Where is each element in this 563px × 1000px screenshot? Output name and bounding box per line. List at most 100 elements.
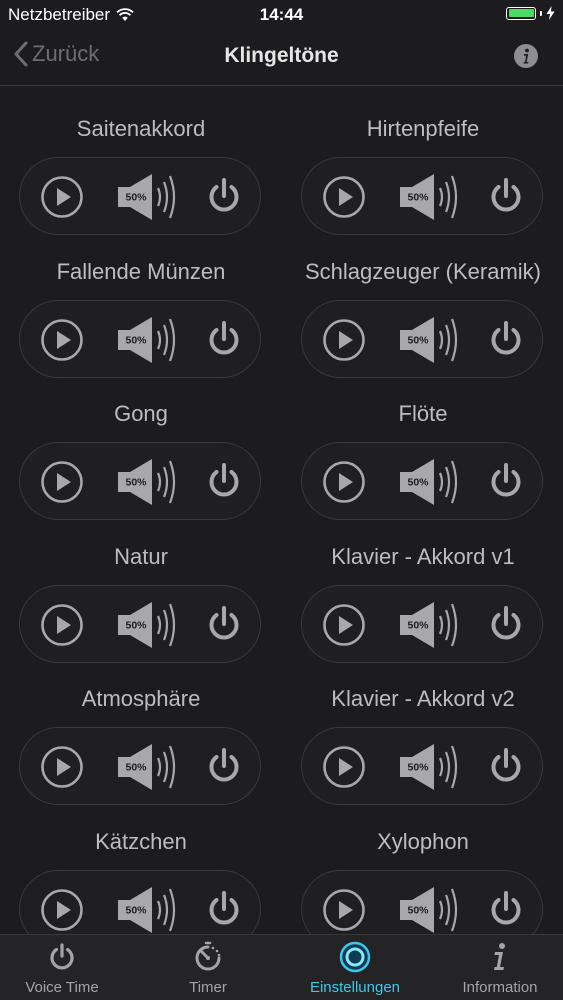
power-button[interactable] [486, 318, 526, 362]
play-icon [323, 603, 365, 646]
ringtone-name: Klavier - Akkord v2 [331, 686, 515, 711]
tab-label: Einstellungen [309, 979, 401, 996]
volume-level: 50% [407, 619, 429, 631]
ringtone-name: Klavier - Akkord v1 [331, 543, 515, 569]
power-button[interactable] [486, 460, 526, 504]
power-icon [491, 748, 521, 782]
volume-level: 50% [125, 477, 147, 489]
power-icon [491, 605, 521, 639]
tab-voice-time[interactable]: Voice Time [0, 935, 132, 1000]
play-button[interactable] [40, 460, 84, 504]
power-button[interactable] [204, 745, 244, 789]
volume-control[interactable]: 50% [116, 740, 180, 794]
info-icon[interactable] [513, 43, 539, 69]
volume-control[interactable]: 50% [398, 883, 462, 937]
ringtone-name: Schlagzeuger (Keramik) [305, 258, 541, 284]
tab-label: Voice Time [25, 979, 99, 996]
ringtone-controls: 50% [19, 727, 261, 805]
volume-control[interactable]: 50% [116, 170, 180, 224]
ringtone-name: Hirtenpfeife [366, 116, 480, 141]
power-button[interactable] [204, 888, 244, 932]
speaker-icon: 50% [400, 886, 458, 933]
power-button[interactable] [204, 603, 244, 647]
play-button[interactable] [322, 745, 366, 789]
volume-control[interactable]: 50% [116, 313, 180, 367]
volume-control[interactable]: 50% [398, 455, 462, 509]
play-button[interactable] [40, 603, 84, 647]
power-button[interactable] [204, 175, 244, 219]
ringtone-name: Xylophon [377, 828, 469, 854]
tab-label: Information [462, 979, 538, 996]
ringtone-name: Gong [114, 401, 168, 426]
ringtone-name: Atmosphäre [81, 686, 201, 711]
play-icon [41, 603, 83, 646]
charging-icon [546, 6, 555, 20]
screen: Netzbetreiber 14:44 Zurück Klingeltöne S… [0, 0, 563, 1000]
volume-control[interactable]: 50% [398, 313, 462, 367]
play-button[interactable] [322, 603, 366, 647]
speaker-icon: 50% [118, 886, 176, 933]
power-icon [50, 943, 74, 970]
volume-control[interactable]: 50% [398, 170, 462, 224]
tab-information[interactable]: Information [430, 935, 563, 1000]
play-icon [323, 461, 365, 503]
speaker-icon: 50% [118, 174, 176, 220]
play-icon [323, 888, 365, 931]
ringtone-name: Saitenakkord [76, 116, 206, 141]
power-icon [491, 320, 521, 354]
play-button[interactable] [40, 745, 84, 789]
volume-control[interactable]: 50% [398, 598, 462, 652]
page-title: Klingeltöne [224, 44, 339, 67]
play-button[interactable] [322, 318, 366, 362]
power-button[interactable] [486, 888, 526, 932]
volume-level: 50% [125, 904, 147, 916]
play-icon [323, 176, 365, 218]
status-bar: Netzbetreiber 14:44 [0, 0, 563, 30]
power-button[interactable] [486, 745, 526, 789]
power-button[interactable] [486, 175, 526, 219]
info-icon [494, 943, 505, 970]
volume-control[interactable]: 50% [398, 740, 462, 794]
timer-icon [195, 941, 221, 971]
power-icon [209, 178, 239, 212]
battery-tip [540, 10, 542, 16]
power-button[interactable] [204, 460, 244, 504]
settings-icon [339, 941, 371, 973]
speaker-icon: 50% [118, 459, 176, 505]
power-icon [491, 890, 521, 924]
play-button[interactable] [322, 175, 366, 219]
tab-bar: Voice Time Timer Einstellungen Informati… [0, 934, 563, 1000]
ringtone-name: Natur [114, 543, 168, 569]
ringtone-name: Kätzchen [95, 828, 187, 854]
tab-timer[interactable]: Timer [138, 935, 278, 1000]
ringtone-controls: 50% [301, 157, 543, 235]
play-button[interactable] [40, 318, 84, 362]
ringtone-controls: 50% [301, 584, 543, 663]
volume-level: 50% [407, 477, 429, 489]
tab-einstellungen[interactable]: Einstellungen [285, 935, 425, 1000]
power-button[interactable] [204, 318, 244, 362]
play-button[interactable] [40, 888, 84, 932]
power-icon [491, 463, 521, 497]
power-button[interactable] [486, 603, 526, 647]
play-icon [41, 888, 83, 931]
ringtone-controls: 50% [19, 157, 261, 235]
ringtone-name: Flöte [398, 401, 448, 426]
speaker-icon: 50% [118, 601, 176, 648]
power-icon [491, 178, 521, 212]
play-button[interactable] [40, 175, 84, 219]
nav-bar: Zurück Klingeltöne [0, 30, 563, 86]
volume-control[interactable]: 50% [116, 883, 180, 937]
play-icon [323, 318, 365, 361]
status-right [506, 6, 555, 20]
speaker-icon: 50% [400, 174, 458, 220]
volume-control[interactable]: 50% [116, 598, 180, 652]
volume-control[interactable]: 50% [116, 455, 180, 509]
play-button[interactable] [322, 460, 366, 504]
volume-level: 50% [407, 904, 429, 916]
power-icon [209, 748, 239, 782]
volume-level: 50% [407, 334, 429, 346]
play-icon [323, 746, 365, 788]
play-button[interactable] [322, 888, 366, 932]
power-icon [209, 320, 239, 354]
